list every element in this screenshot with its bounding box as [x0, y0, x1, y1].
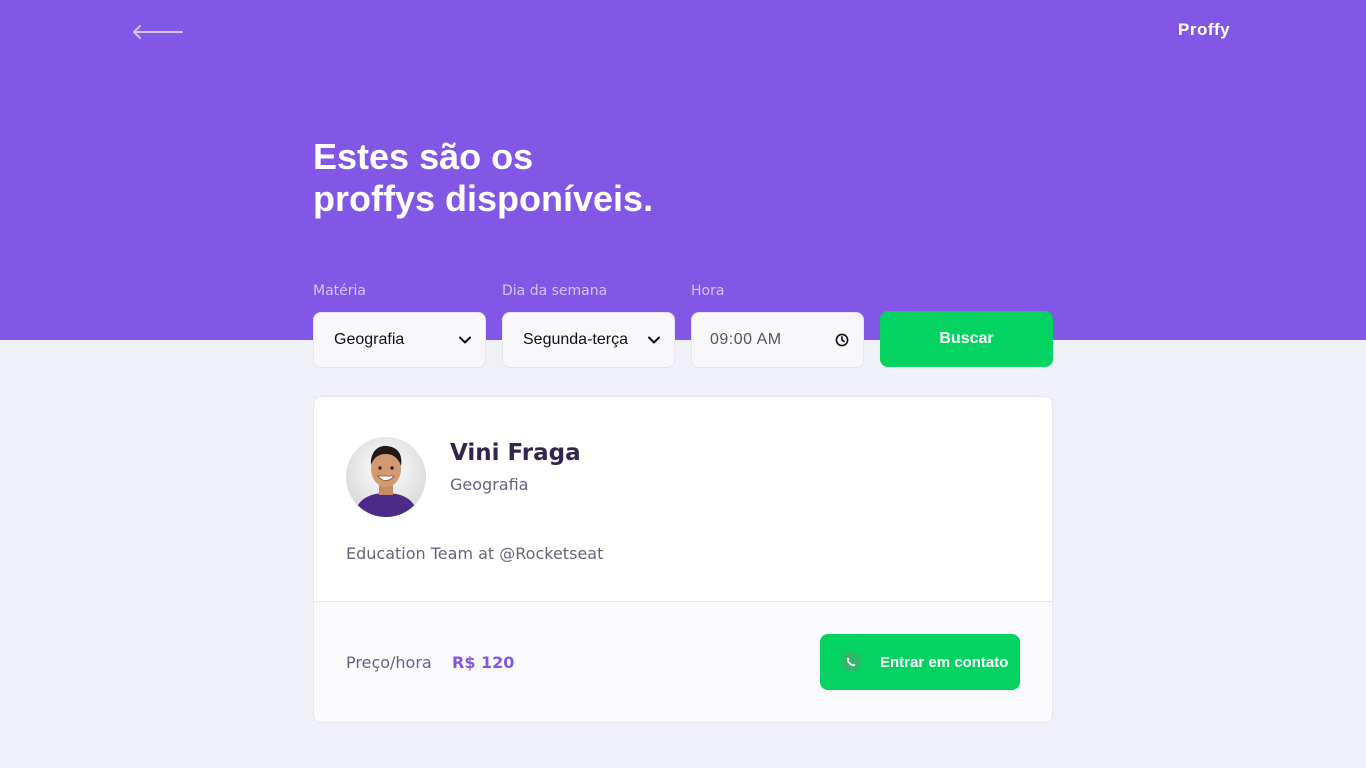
- search-button[interactable]: Buscar: [880, 311, 1053, 367]
- contact-button[interactable]: Entrar em contato: [820, 634, 1020, 690]
- subject-label: Matéria: [313, 283, 366, 299]
- logo: Proffy: [1178, 20, 1231, 39]
- teacher-bio: Education Team at @Rocketseat: [346, 544, 604, 563]
- page-header: Proffy Estes são os proffys disponíveis.: [0, 0, 1366, 340]
- teacher-name: Vini Fraga: [450, 440, 581, 466]
- subject-value: Geografia: [334, 331, 405, 348]
- arrow-left-icon: [133, 25, 183, 39]
- page-title-line-1: Estes são os: [313, 136, 534, 177]
- contact-button-label: Entrar em contato: [880, 653, 1009, 671]
- back-button[interactable]: [130, 20, 186, 44]
- whatsapp-icon: [841, 652, 861, 672]
- clock-icon[interactable]: [835, 333, 849, 347]
- time-value: 09:00 AM: [710, 331, 782, 348]
- page-title-line-2: proffys disponíveis.: [313, 178, 654, 219]
- teacher-card: Vini Fraga Geografia Education Team at @…: [313, 396, 1053, 723]
- chevron-down-icon: [459, 336, 471, 344]
- price-label: Preço/hora: [346, 653, 432, 672]
- time-label: Hora: [691, 283, 725, 299]
- time-input[interactable]: 09:00 AM: [691, 312, 864, 368]
- teacher-subject: Geografia: [450, 475, 529, 494]
- weekday-select[interactable]: Segunda-terça: [502, 312, 675, 368]
- price-value: R$ 120: [452, 653, 515, 672]
- teacher-card-footer: Preço/hora R$ 120 Entrar em contato: [314, 601, 1052, 722]
- page-title: Estes são os proffys disponíveis.: [313, 136, 733, 220]
- weekday-label: Dia da semana: [502, 283, 608, 299]
- avatar: [346, 437, 426, 517]
- subject-select[interactable]: Geografia: [313, 312, 486, 368]
- weekday-value: Segunda-terça: [523, 331, 628, 348]
- chevron-down-icon: [648, 336, 660, 344]
